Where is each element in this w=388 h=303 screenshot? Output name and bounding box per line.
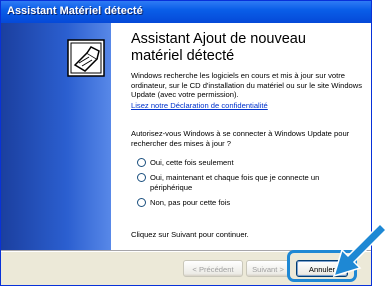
wizard-content: Assistant Ajout de nouveau matériel déte…: [111, 23, 371, 250]
intro-text: Windows recherche les logiciels en cours…: [131, 71, 363, 99]
question-text: Autorisez-vous Windows à se connecter à …: [131, 129, 350, 148]
next-button[interactable]: Suivant >: [246, 260, 290, 277]
title-bar: Assistant Matériel détecté: [1, 1, 371, 23]
radio-button[interactable]: [137, 158, 146, 167]
option-label: Oui, cette fois seulement: [150, 158, 234, 167]
option-yes-once[interactable]: Oui, cette fois seulement: [137, 158, 234, 168]
option-label: Oui, maintenant et chaque fois que je co…: [150, 173, 320, 192]
window-title: Assistant Matériel détecté: [7, 5, 143, 17]
option-no[interactable]: Non, pas pour cette fois: [137, 198, 230, 208]
hardware-wizard-icon: [67, 39, 105, 77]
wizard-window: Assistant Matériel détecté Assistant Ajo…: [0, 0, 372, 286]
radio-button[interactable]: [137, 198, 146, 207]
option-label: Non, pas pour cette fois: [150, 198, 231, 207]
wizard-heading: Assistant Ajout de nouveau matériel déte…: [131, 31, 306, 64]
back-button[interactable]: < Précédent: [183, 260, 243, 277]
wizard-side-panel: [1, 23, 111, 250]
radio-button[interactable]: [137, 173, 146, 182]
option-yes-always[interactable]: Oui, maintenant et chaque fois que je co…: [137, 173, 352, 192]
continue-text: Cliquez sur Suivant pour continuer.: [131, 230, 249, 239]
pointer-arrow-icon: [332, 222, 388, 278]
privacy-link[interactable]: Lisez notre Déclaration de confidentiali…: [131, 101, 268, 110]
